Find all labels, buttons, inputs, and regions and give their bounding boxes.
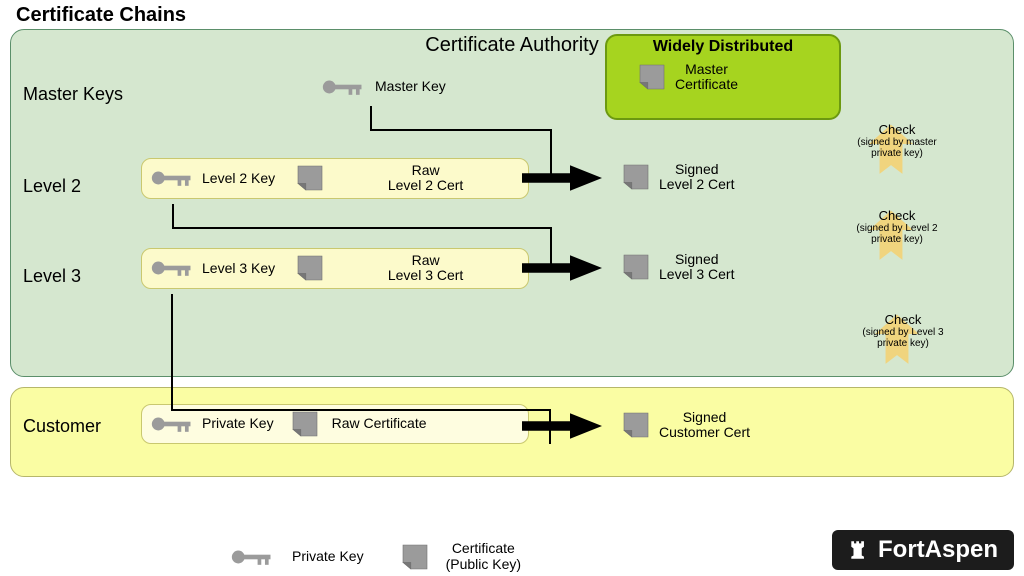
key-icon [230, 544, 276, 570]
connector-l3-to-customer [10, 30, 1010, 470]
legend-key-label: Private Key [292, 549, 364, 564]
legend: Private Key Certificate (Public Key) [230, 541, 521, 572]
page-title: Certificate Chains [16, 4, 1014, 27]
legend-cert-label: Certificate (Public Key) [446, 541, 521, 572]
brand-text: FortAspen [878, 536, 998, 564]
cert-icon [400, 542, 430, 572]
rook-icon [848, 537, 870, 563]
brand-badge: FortAspen [832, 530, 1014, 570]
